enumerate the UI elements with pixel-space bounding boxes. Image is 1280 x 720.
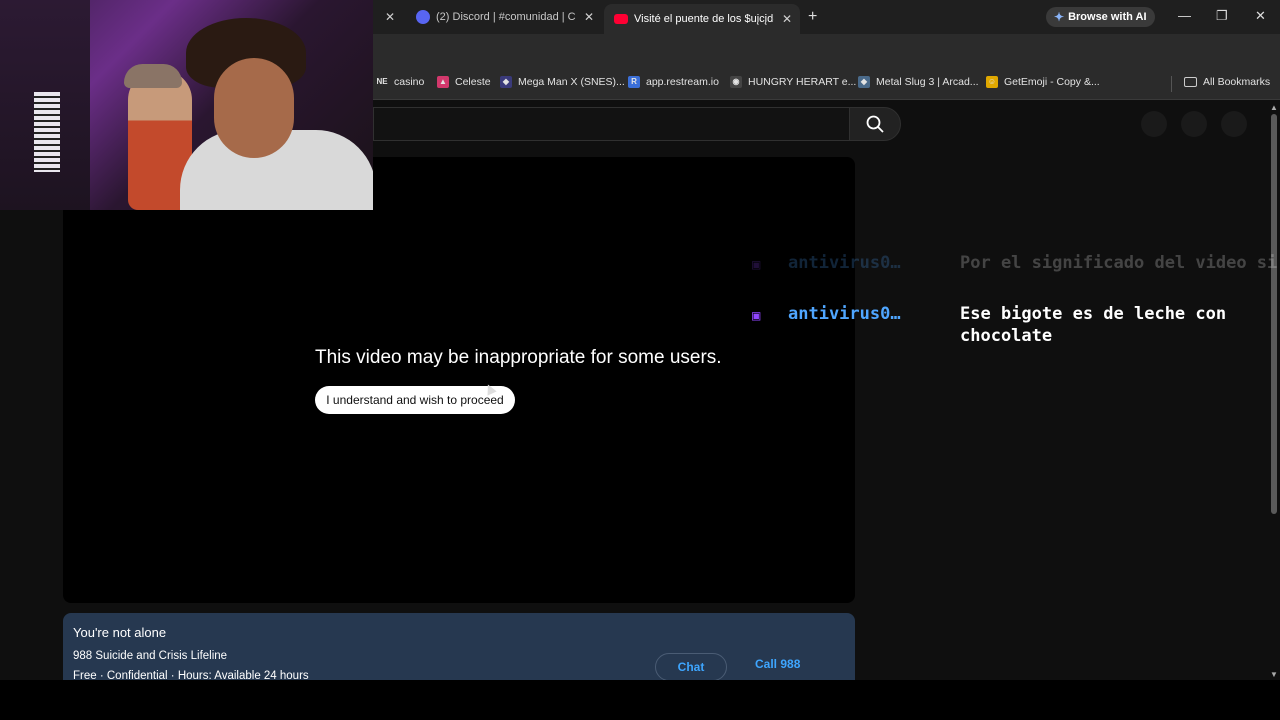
bookmark-item[interactable]: ☺ GetEmoji - Copy &... <box>986 76 1100 88</box>
close-tab-icon[interactable]: ✕ <box>385 10 395 24</box>
bookmark-item[interactable]: ◆ Metal Slug 3 | Arcad... <box>858 76 979 88</box>
bookmark-label: GetEmoji - Copy &... <box>1004 76 1100 88</box>
tab-discord[interactable]: (2) Discord | #comunidad | Cam ✕ <box>406 4 602 30</box>
chat-username: antivirus0… <box>788 304 901 324</box>
new-tab-button[interactable]: + <box>808 8 817 26</box>
tab-youtube[interactable]: Visité el puente de los $uįcįd(0 ✕ <box>604 4 800 34</box>
browse-ai-label: Browse with AI <box>1068 11 1147 23</box>
content-warning-text: This video may be inappropriate for some… <box>315 347 722 368</box>
bookmark-label: Mega Man X (SNES)... <box>518 76 625 88</box>
bookmark-label: casino <box>394 76 425 88</box>
notifications-button[interactable] <box>1181 111 1207 137</box>
bookmark-item[interactable]: ◆ Mega Man X (SNES)... <box>500 76 625 88</box>
bookmark-item[interactable]: Rapp.restream.io <box>628 76 719 88</box>
streamer-face <box>214 58 294 158</box>
minimize-button[interactable]: — <box>1178 8 1191 23</box>
all-bookmarks-button[interactable]: All Bookmarks <box>1184 76 1270 88</box>
twitch-icon: ▣ <box>752 308 761 324</box>
bookmark-item[interactable]: ◉ HUNGRY HERART e... <box>730 76 856 88</box>
search-input[interactable] <box>373 107 849 141</box>
account-avatar[interactable] <box>1221 111 1247 137</box>
browse-with-ai-button[interactable]: ✦ Browse with AI <box>1046 7 1155 27</box>
chat-text: Ese bigote es de leche con chocolate <box>960 304 1227 346</box>
bookmark-label: HUNGRY HERART e... <box>748 76 857 88</box>
twitch-icon: ▣ <box>752 257 761 273</box>
close-tab-icon[interactable]: ✕ <box>584 10 594 24</box>
crisis-lifeline-name: 988 Suicide and Crisis Lifeline <box>73 650 228 662</box>
folder-icon <box>1184 77 1197 87</box>
bookmark-favicon-icon: ◆ <box>858 76 870 88</box>
tab-title: Visité el puente de los $uįcįd(0 <box>634 13 774 25</box>
webcam-overlay <box>0 0 373 210</box>
sparkle-icon: ✦ <box>1054 10 1065 24</box>
chat-username: antivirus0… <box>788 253 901 273</box>
bookmark-item[interactable]: ▲ Celeste <box>437 76 491 88</box>
bookmark-label: Metal Slug 3 | Arcad... <box>876 76 979 88</box>
bottom-black-bar <box>0 680 1280 720</box>
youtube-icon <box>614 14 628 24</box>
bookmarks-divider <box>1171 76 1172 92</box>
crisis-heading: You're not alone <box>73 625 167 640</box>
tab-title: (2) Discord | #comunidad | Cam <box>436 11 576 23</box>
chat-button[interactable]: Chat <box>655 653 727 681</box>
call-button[interactable]: Call 988 <box>755 657 800 671</box>
all-bookmarks-label: All Bookmarks <box>1203 76 1271 88</box>
bookmark-favicon-icon: ☺ <box>986 76 998 88</box>
keyboard-instrument <box>34 92 60 172</box>
search-icon <box>866 115 884 133</box>
bookmark-favicon-icon: ◆ <box>500 76 512 88</box>
bookmark-favicon-icon: ◉ <box>730 76 742 88</box>
discord-icon <box>416 10 430 24</box>
bookmark-favicon-icon: R <box>628 76 640 88</box>
maximize-button[interactable]: ❐ <box>1216 8 1228 24</box>
close-tab-icon[interactable]: ✕ <box>782 12 792 26</box>
child-hat <box>124 64 182 88</box>
bookmark-item[interactable]: NE casino <box>376 76 424 88</box>
close-window-button[interactable]: ✕ <box>1255 8 1266 24</box>
page-scrollbar[interactable]: ▲ ▼ <box>1268 100 1280 680</box>
bookmark-favicon-icon: NE <box>376 76 388 88</box>
scroll-up-icon[interactable]: ▲ <box>1270 103 1278 112</box>
create-button[interactable] <box>1141 111 1167 137</box>
bookmark-label: Celeste <box>455 76 491 88</box>
bookmark-label: app.restream.io <box>646 76 719 88</box>
search-button[interactable] <box>849 107 901 141</box>
scroll-down-icon[interactable]: ▼ <box>1270 670 1278 679</box>
chat-text: Por el significado del video si <box>960 253 1278 273</box>
tab-previous[interactable]: ✕ <box>373 4 403 30</box>
bookmark-favicon-icon: ▲ <box>437 76 449 88</box>
video-player[interactable] <box>63 157 855 603</box>
